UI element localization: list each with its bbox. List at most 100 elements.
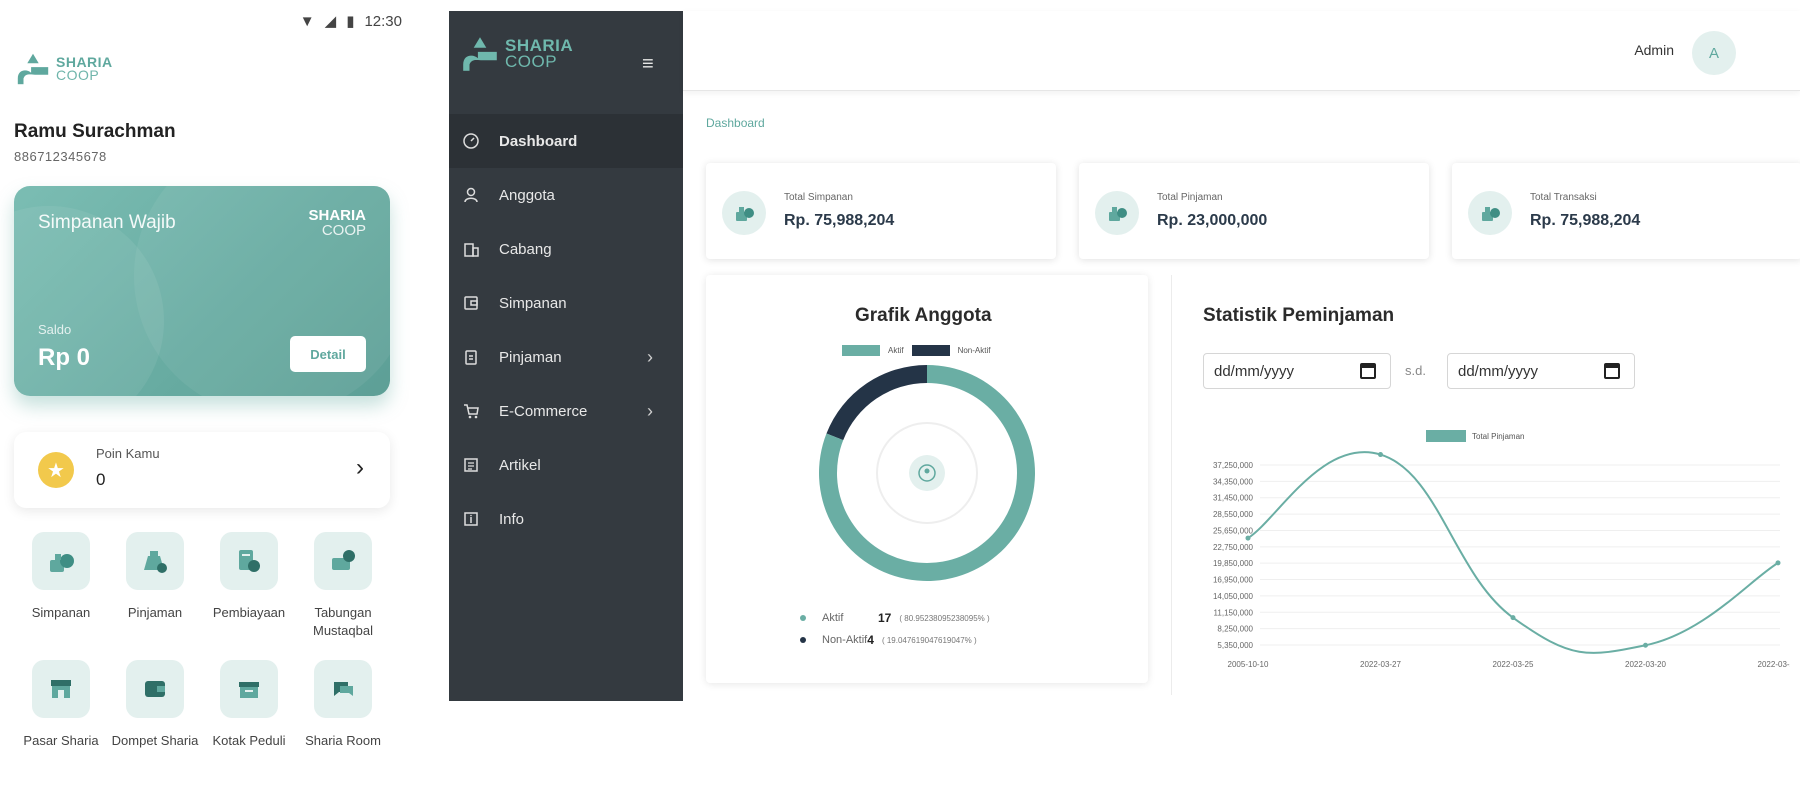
sidebar-item-label: Info bbox=[499, 510, 525, 528]
menu-item-tabungan-mustaqbal[interactable]: Tabungan Mustaqbal bbox=[296, 532, 390, 640]
y-tick-label: 22,750,000 bbox=[1213, 543, 1254, 552]
avatar[interactable]: A bbox=[1692, 31, 1736, 75]
data-point[interactable] bbox=[1775, 560, 1781, 566]
chevron-right-icon: › bbox=[647, 346, 653, 367]
sidebar-item-anggota[interactable]: Anggota bbox=[449, 168, 683, 222]
sidebar-nav: Dashboard Anggota Cabang Simpanan Pinjam… bbox=[449, 114, 683, 546]
card-title: Simpanan Wajib bbox=[38, 212, 176, 233]
x-tick-label: 2022-03-25 bbox=[1493, 660, 1534, 669]
legend-swatch-non-aktif bbox=[911, 345, 950, 356]
data-point[interactable] bbox=[1245, 535, 1251, 541]
wallet-icon bbox=[126, 660, 184, 718]
sidebar-item-label: Cabang bbox=[499, 240, 552, 258]
stat-card-total-transaksi: Total Transaksi Rp. 75,988,204 bbox=[1452, 163, 1800, 259]
hamburger-menu-icon[interactable]: ≡ bbox=[642, 53, 654, 76]
stat-value: Rp. 23,000,000 bbox=[1157, 212, 1268, 229]
non-aktif-percent: ( 19.047619047619047% ) bbox=[881, 635, 977, 645]
store-icon bbox=[32, 660, 90, 718]
building-icon bbox=[461, 239, 481, 259]
sidebar-item-label: Pinjaman bbox=[499, 348, 562, 366]
topbar: Admin A bbox=[683, 11, 1800, 91]
line-legend-label: Total Pinjaman bbox=[1472, 432, 1524, 441]
sidebar-logo[interactable]: SHARIA COOP bbox=[459, 33, 573, 75]
menu-item-label: Tabungan Mustaqbal bbox=[313, 605, 373, 638]
date-to-placeholder: dd/mm/yyyy bbox=[1458, 362, 1539, 380]
menu-item-pasar-sharia[interactable]: Pasar Sharia bbox=[14, 660, 108, 750]
series-line-total-pinjaman bbox=[1247, 451, 1779, 654]
y-tick-label: 14,050,000 bbox=[1213, 592, 1254, 601]
sidebar-item-e-commerce[interactable]: E-Commerce › bbox=[449, 384, 683, 438]
stat-label: Total Pinjaman bbox=[1157, 192, 1223, 203]
user-name: Ramu Surachman bbox=[14, 121, 176, 142]
card-brand-line2: COOP bbox=[321, 222, 366, 239]
anggota-stats-list: Aktif 17 ( 80.95238095238095% ) Non-Akti… bbox=[800, 607, 990, 651]
y-tick-label: 25,650,000 bbox=[1213, 526, 1254, 535]
y-tick-label: 11,150,000 bbox=[1214, 608, 1254, 617]
info-icon bbox=[461, 509, 481, 529]
stat-card-total-pinjaman: Total Pinjaman Rp. 23,000,000 bbox=[1079, 163, 1429, 259]
menu-item-label: Pinjaman bbox=[127, 605, 183, 620]
statistik-title: Statistik Peminjaman bbox=[1203, 305, 1395, 326]
breadcrumb[interactable]: Dashboard bbox=[706, 116, 765, 130]
sidebar-item-dashboard[interactable]: Dashboard bbox=[449, 114, 683, 168]
legend-label-aktif: Aktif bbox=[888, 346, 904, 355]
logo-text-coop: COOP bbox=[56, 67, 100, 83]
menu-item-dompet-sharia[interactable]: Dompet Sharia bbox=[108, 660, 202, 750]
menu-item-sharia-room[interactable]: Sharia Room bbox=[296, 660, 390, 750]
calendar-icon[interactable] bbox=[1604, 363, 1620, 379]
savings-icon bbox=[314, 532, 372, 590]
mobile-menu-grid: Simpanan Pinjaman Pembiayaan Tabungan Mu… bbox=[14, 532, 400, 750]
sidebar-item-artikel[interactable]: Artikel bbox=[449, 438, 683, 492]
date-separator: s.d. bbox=[1405, 363, 1426, 378]
date-to-input[interactable]: dd/mm/yyyy bbox=[1447, 353, 1635, 389]
date-from-input[interactable]: dd/mm/yyyy bbox=[1203, 353, 1391, 389]
sidebar-item-label: E-Commerce bbox=[499, 402, 588, 420]
sidebar: SHARIA COOP ≡ Dashboard Anggota Cabang S… bbox=[449, 11, 683, 701]
sidebar-item-cabang[interactable]: Cabang bbox=[449, 222, 683, 276]
stats-row-non-aktif: Non-Aktif 4 ( 19.047619047619047% ) bbox=[800, 629, 990, 651]
poin-card[interactable]: ★ Poin Kamu 0 › bbox=[14, 432, 390, 508]
wifi-icon: ▼ bbox=[299, 12, 315, 30]
sidebar-item-pinjaman[interactable]: Pinjaman › bbox=[449, 330, 683, 384]
card-brand-line1: SHARIA bbox=[308, 207, 366, 224]
detail-button[interactable]: Detail bbox=[290, 336, 366, 372]
y-tick-label: 19,850,000 bbox=[1213, 559, 1254, 568]
x-tick-label: 2022-03-20 bbox=[1625, 660, 1666, 669]
y-tick-label: 37,250,000 bbox=[1213, 461, 1254, 470]
menu-item-pembiayaan[interactable]: Pembiayaan bbox=[202, 532, 296, 640]
data-point[interactable] bbox=[1378, 452, 1383, 458]
sidebar-item-info[interactable]: Info bbox=[449, 492, 683, 546]
grafik-anggota-title: Grafik Anggota bbox=[855, 305, 992, 326]
chevron-right-icon: › bbox=[647, 400, 653, 421]
card-brand: SHARIA COOP bbox=[308, 208, 366, 238]
menu-item-kotak-peduli[interactable]: Kotak Peduli bbox=[202, 660, 296, 750]
money-bag-icon bbox=[722, 191, 766, 235]
data-point[interactable] bbox=[1643, 642, 1648, 648]
calendar-icon[interactable] bbox=[1360, 363, 1376, 379]
menu-item-pinjaman[interactable]: Pinjaman bbox=[108, 532, 202, 640]
legend-label-non-aktif: Non-Aktif bbox=[957, 346, 991, 355]
sidebar-item-simpanan[interactable]: Simpanan bbox=[449, 276, 683, 330]
menu-item-label: Simpanan bbox=[31, 605, 91, 620]
data-point[interactable] bbox=[1510, 615, 1516, 621]
loan-bag-icon bbox=[126, 532, 184, 590]
menu-item-label: Dompet Sharia bbox=[111, 733, 199, 748]
non-aktif-label: Non-Aktif bbox=[822, 634, 868, 646]
y-tick-label: 31,450,000 bbox=[1213, 494, 1254, 503]
y-tick-label: 5,350,000 bbox=[1217, 641, 1253, 650]
user-label[interactable]: Admin bbox=[1634, 42, 1674, 58]
chevron-right-icon[interactable]: › bbox=[356, 454, 364, 482]
money-bag-icon bbox=[1468, 191, 1512, 235]
aktif-count: 17 bbox=[878, 611, 892, 625]
y-tick-label: 8,250,000 bbox=[1217, 625, 1253, 634]
sidebar-item-label: Simpanan bbox=[499, 294, 567, 312]
stat-label: Total Simpanan bbox=[784, 192, 853, 203]
dot-non-aktif bbox=[800, 637, 806, 643]
sharia-coop-logo-icon bbox=[463, 37, 497, 71]
stat-value: Rp. 75,988,204 bbox=[784, 212, 895, 229]
logo-text-coop: COOP bbox=[505, 52, 558, 71]
menu-item-simpanan[interactable]: Simpanan bbox=[14, 532, 108, 640]
user-icon bbox=[461, 185, 481, 205]
dot-aktif bbox=[800, 615, 806, 621]
money-bag-icon bbox=[1095, 191, 1139, 235]
